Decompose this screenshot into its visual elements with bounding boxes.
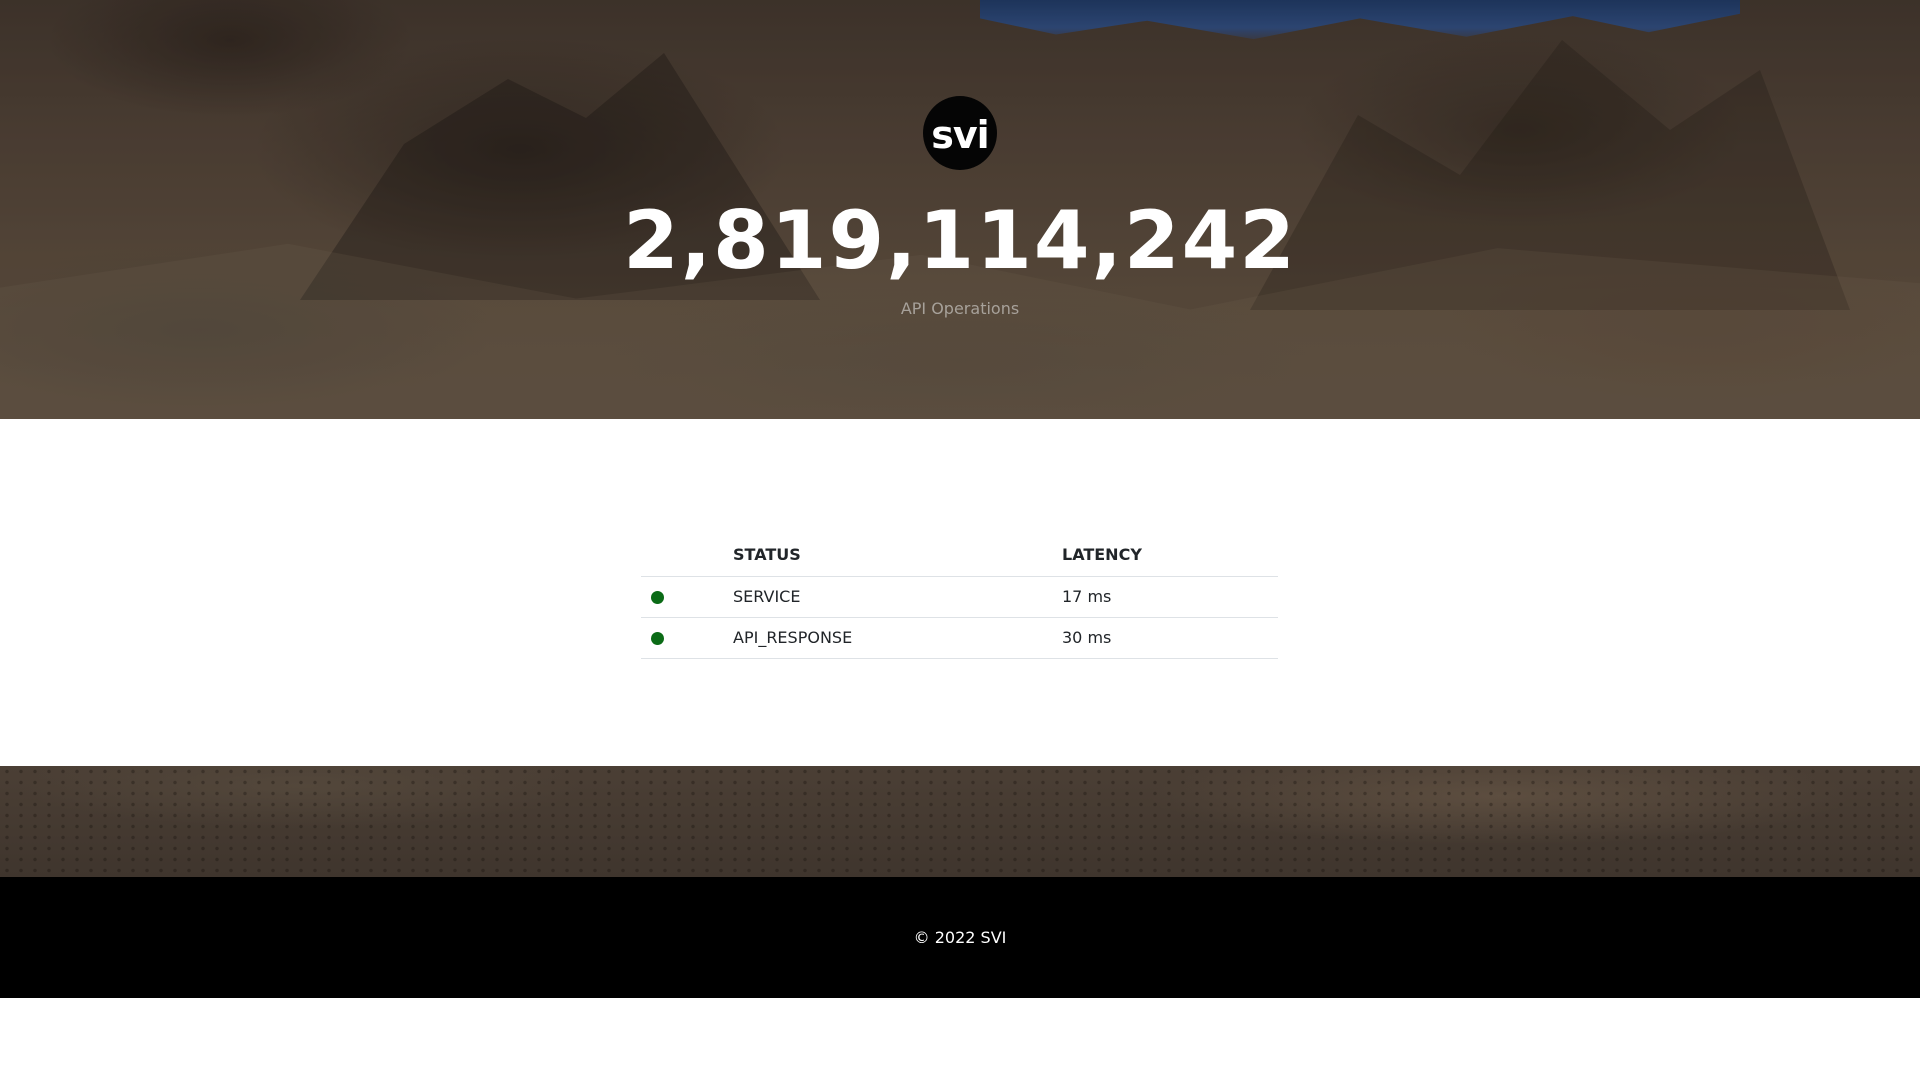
status-table-header-row: STATUS LATENCY xyxy=(641,534,1278,577)
indicator-column-header xyxy=(641,534,723,577)
status-indicator-cell xyxy=(641,617,723,659)
logo-text: svi xyxy=(931,113,989,157)
api-operations-label: API Operations xyxy=(900,299,1020,318)
status-table: STATUS LATENCY SERVICE 17 ms API_RESPONS… xyxy=(641,534,1278,659)
status-name-cell: API_RESPONSE xyxy=(723,617,1052,659)
latency-cell: 17 ms xyxy=(1052,576,1278,618)
table-row: API_RESPONSE 30 ms xyxy=(641,617,1278,659)
status-dot-icon xyxy=(651,591,664,604)
hero-banner: svi 2,819,114,242 API Operations xyxy=(0,0,1920,419)
svi-logo: svi xyxy=(923,96,997,170)
latency-column-header: LATENCY xyxy=(1052,534,1278,577)
landscape-band xyxy=(0,766,1920,877)
status-name-cell: SERVICE xyxy=(723,576,1052,618)
status-indicator-cell xyxy=(641,576,723,618)
latency-cell: 30 ms xyxy=(1052,617,1278,659)
api-operations-counter: 2,819,114,242 xyxy=(623,194,1297,287)
status-section: STATUS LATENCY SERVICE 17 ms API_RESPONS… xyxy=(0,419,1920,766)
status-column-header: STATUS xyxy=(723,534,1052,577)
status-dot-icon xyxy=(651,632,664,645)
footer: © 2022 SVI xyxy=(0,877,1920,998)
table-row: SERVICE 17 ms xyxy=(641,576,1278,618)
copyright-text: © 2022 SVI xyxy=(913,928,1007,947)
